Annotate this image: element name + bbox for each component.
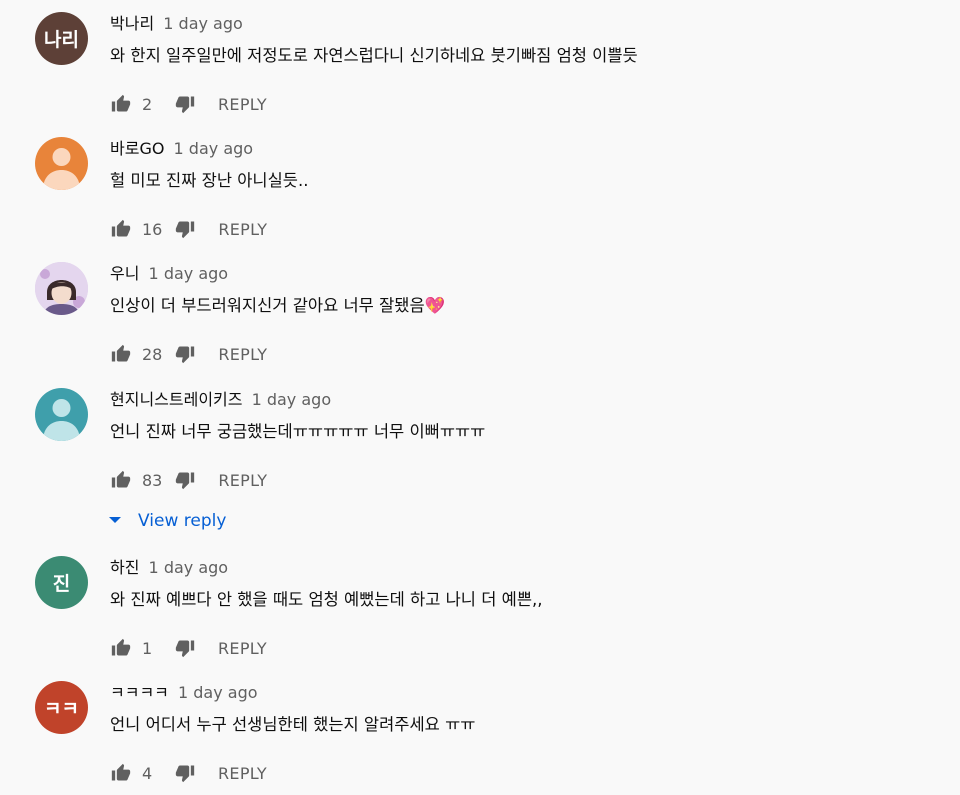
author-name[interactable]: 하진 — [110, 558, 139, 577]
timestamp[interactable]: 1 day ago — [149, 264, 229, 283]
thumb-up-icon[interactable] — [110, 343, 132, 365]
avatar-initials: 진 — [52, 573, 71, 595]
like-count: 28 — [142, 344, 163, 364]
comment-actions: 1 REPLY — [110, 636, 267, 660]
like-count: 1 — [142, 638, 153, 658]
avatar[interactable]: 나리 — [35, 12, 88, 65]
like-count: 83 — [142, 470, 163, 490]
timestamp[interactable]: 1 day ago — [174, 139, 254, 158]
thumb-down-icon[interactable] — [174, 218, 196, 240]
avatar[interactable]: ㅋㅋ — [35, 681, 88, 734]
avatar[interactable] — [35, 262, 88, 315]
comment-header: 하진 1 day ago — [110, 558, 228, 578]
thumb-up-icon[interactable] — [110, 93, 132, 115]
comment-header: 우니 1 day ago — [110, 264, 228, 284]
comment-actions: 2 REPLY — [110, 92, 267, 116]
avatar[interactable] — [35, 137, 88, 190]
thumb-up-icon[interactable] — [110, 469, 132, 491]
default-avatar-icon — [43, 148, 80, 190]
thumb-down-icon[interactable] — [174, 343, 196, 365]
reply-button[interactable]: REPLY — [218, 639, 267, 658]
comment-header: 박나리 1 day ago — [110, 14, 243, 34]
like-count: 4 — [142, 763, 153, 783]
author-name[interactable]: ㅋㅋㅋㅋ — [110, 683, 169, 702]
comment-text: 헐 미모 진짜 장난 아니실듯.. — [110, 171, 309, 190]
comment-header: 현지니스트레이키즈 1 day ago — [110, 390, 331, 410]
timestamp[interactable]: 1 day ago — [178, 683, 258, 702]
author-name[interactable]: 현지니스트레이키즈 — [110, 390, 242, 409]
comment-text: 언니 진짜 너무 궁금했는데ㅠㅠㅠㅠㅠ 너무 이뻐ㅠㅠㅠ — [110, 422, 486, 441]
author-name[interactable]: 우니 — [110, 264, 139, 283]
thumb-down-icon[interactable] — [174, 93, 196, 115]
comment-text: 와 진짜 예쁘다 안 했을 때도 엄청 예뻤는데 하고 나니 더 예쁜,, — [110, 590, 543, 609]
thumb-down-icon[interactable] — [174, 762, 196, 784]
reply-button[interactable]: REPLY — [218, 220, 267, 239]
thumb-up-icon[interactable] — [110, 762, 132, 784]
comment-actions: 16 REPLY — [110, 217, 267, 241]
avatar-initials: 나리 — [44, 29, 79, 51]
comment-text: 언니 어디서 누구 선생님한테 했는지 알려주세요 ㅠㅠ — [110, 715, 476, 734]
comment-header: ㅋㅋㅋㅋ 1 day ago — [110, 683, 258, 703]
profile-photo — [35, 262, 88, 315]
reply-button[interactable]: REPLY — [218, 764, 267, 783]
author-name[interactable]: 바로GO — [110, 139, 164, 158]
reply-button[interactable]: REPLY — [218, 95, 267, 114]
caret-down-icon — [108, 512, 122, 531]
timestamp[interactable]: 1 day ago — [149, 558, 229, 577]
comment-text: 와 한지 일주일만에 저정도로 자연스럽다니 신기하네요 붓기빠짐 엄청 이쁠듯 — [110, 46, 638, 65]
reply-button[interactable]: REPLY — [218, 471, 267, 490]
timestamp[interactable]: 1 day ago — [163, 14, 243, 33]
comment-actions: 83 REPLY — [110, 468, 267, 492]
comment-actions: 4 REPLY — [110, 761, 267, 785]
thumb-down-icon[interactable] — [174, 637, 196, 659]
avatar-initials: ㅋㅋ — [44, 698, 79, 720]
comment-actions: 28 REPLY — [110, 342, 267, 366]
like-count: 2 — [142, 94, 153, 114]
timestamp[interactable]: 1 day ago — [252, 390, 332, 409]
thumb-up-icon[interactable] — [110, 218, 132, 240]
default-avatar-icon — [43, 399, 80, 441]
thumb-down-icon[interactable] — [174, 469, 196, 491]
avatar[interactable] — [35, 388, 88, 441]
author-name[interactable]: 박나리 — [110, 14, 154, 33]
like-count: 16 — [142, 219, 163, 239]
comment-text: 인상이 더 부드러워지신거 같아요 너무 잘됐음💖 — [110, 296, 446, 315]
thumb-up-icon[interactable] — [110, 637, 132, 659]
view-reply-label: View reply — [138, 511, 227, 531]
avatar[interactable]: 진 — [35, 556, 88, 609]
comment-header: 바로GO 1 day ago — [110, 139, 253, 159]
reply-button[interactable]: REPLY — [218, 345, 267, 364]
view-reply-button[interactable]: View reply — [108, 511, 226, 531]
